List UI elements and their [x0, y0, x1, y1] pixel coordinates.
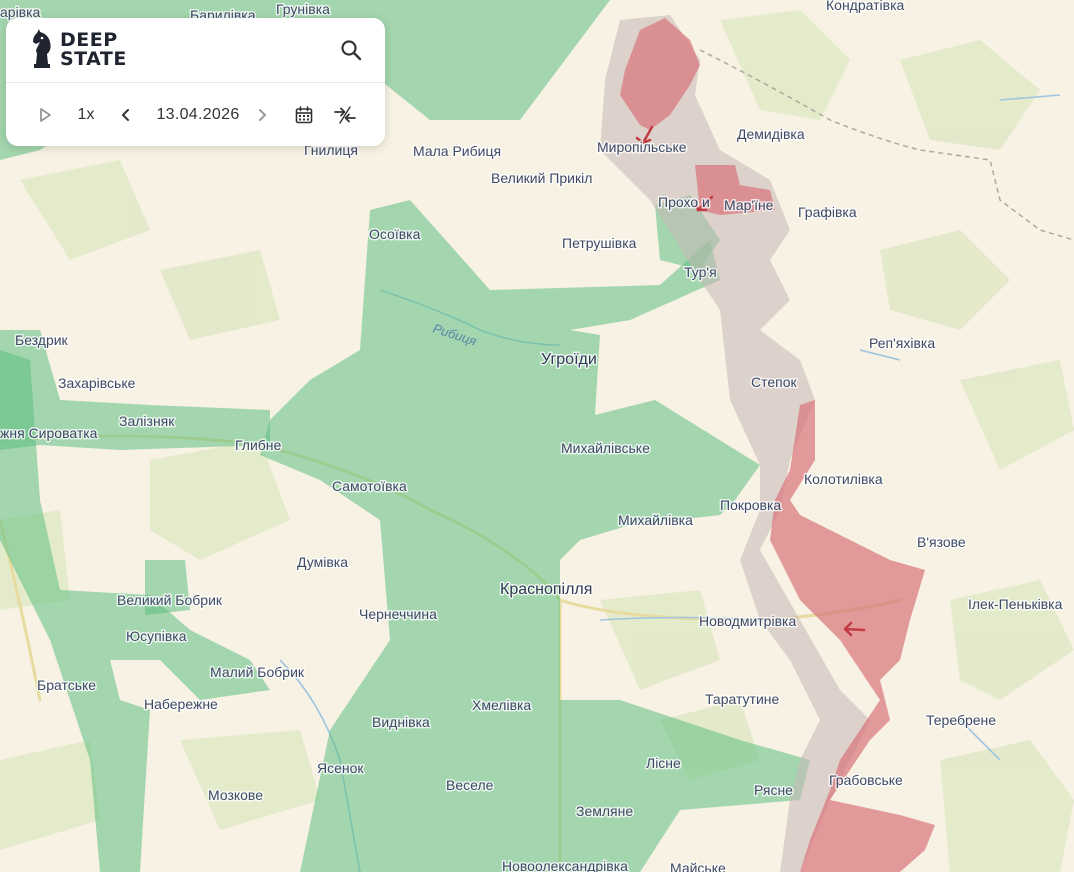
place-label: Веселе: [446, 777, 494, 793]
place-label: Рясне: [754, 782, 793, 798]
current-date[interactable]: 13.04.2026: [146, 83, 250, 146]
place-label: Краснопілля: [500, 581, 592, 598]
place-label: Братське: [37, 677, 96, 693]
chess-knight-icon: [33, 29, 51, 68]
place-label: Теребрене: [926, 712, 996, 728]
place-label: Хмелівка: [472, 697, 531, 713]
search-icon: [341, 40, 362, 61]
place-label: Реп'яхівка: [869, 335, 935, 351]
place-label: Миропільське: [597, 139, 687, 155]
play-icon: [40, 107, 51, 122]
place-label: Великий Бобрик: [117, 592, 223, 608]
place-label: Захарівське: [58, 375, 136, 391]
place-label: Глибне: [235, 437, 282, 453]
calendar-icon: [295, 105, 313, 123]
place-label: Новодмитрівка: [699, 613, 796, 629]
place-label: Демидівка: [737, 126, 805, 142]
search-button[interactable]: [339, 38, 363, 62]
place-label: Петрушівка: [562, 235, 637, 251]
speed-toggle[interactable]: 1x: [72, 83, 100, 146]
place-label: Малий Бобрик: [210, 664, 305, 680]
place-label: Мозкове: [208, 787, 263, 803]
place-label: В'язове: [917, 534, 966, 550]
place-label: Майське: [670, 860, 726, 872]
place-label: Залізняк: [119, 413, 175, 429]
calendar-button[interactable]: [290, 83, 318, 146]
place-label: Лісне: [646, 755, 681, 771]
place-label: Михайлівське: [561, 440, 650, 456]
place-label: Грабовське: [829, 772, 903, 788]
place-label: Осоївка: [369, 226, 421, 242]
chevron-right-icon: [259, 108, 266, 121]
prev-date-button[interactable]: [114, 83, 138, 146]
place-label: Таратутине: [705, 691, 780, 707]
place-label: Земляне: [576, 803, 633, 819]
brand-name: DEEP STATE: [60, 31, 127, 69]
place-label: жня Сироватка: [0, 425, 98, 441]
place-label: Колотилівка: [804, 471, 883, 487]
place-label: Михайлівка: [618, 512, 693, 528]
place-label: Ілек-Пеньківка: [968, 596, 1063, 612]
place-label: Мала Рибиця: [413, 143, 501, 159]
brand-logo[interactable]: DEEP STATE: [30, 28, 127, 72]
timeline-controls: 1x 13.04.2026: [6, 83, 385, 146]
place-label: Грунівка: [276, 1, 330, 17]
place-label: Набережне: [144, 696, 218, 712]
compare-button[interactable]: [330, 83, 360, 146]
chevron-left-icon: [122, 108, 129, 121]
place-label: Тур'я: [684, 264, 717, 280]
place-label: Прохо и: [658, 194, 710, 210]
place-label: Новоолександрівка: [502, 858, 628, 872]
place-label: Степок: [751, 374, 798, 390]
brand-line-2: STATE: [60, 48, 127, 70]
place-label: Думівка: [297, 554, 348, 570]
place-label: Виднівка: [372, 714, 430, 730]
compare-arrows-icon: [334, 105, 356, 124]
place-label: Мар'їне: [724, 197, 774, 213]
place-label: Юсупівка: [126, 628, 187, 644]
place-label: Чернеччина: [359, 606, 437, 622]
place-label: Кондратівка: [826, 0, 904, 13]
play-button[interactable]: [32, 83, 58, 146]
place-label: Угроїди: [541, 351, 597, 368]
place-label: Ясенок: [317, 760, 364, 776]
place-label: Графівка: [798, 204, 857, 220]
place-label: Самотоївка: [332, 478, 407, 494]
place-label: Бездрик: [15, 332, 69, 348]
place-label: Великий Прикіл: [491, 170, 592, 186]
next-date-button[interactable]: [250, 83, 274, 146]
control-panel: DEEP STATE 1x 13.04.2026: [6, 18, 385, 146]
place-label: Покровка: [720, 497, 781, 513]
